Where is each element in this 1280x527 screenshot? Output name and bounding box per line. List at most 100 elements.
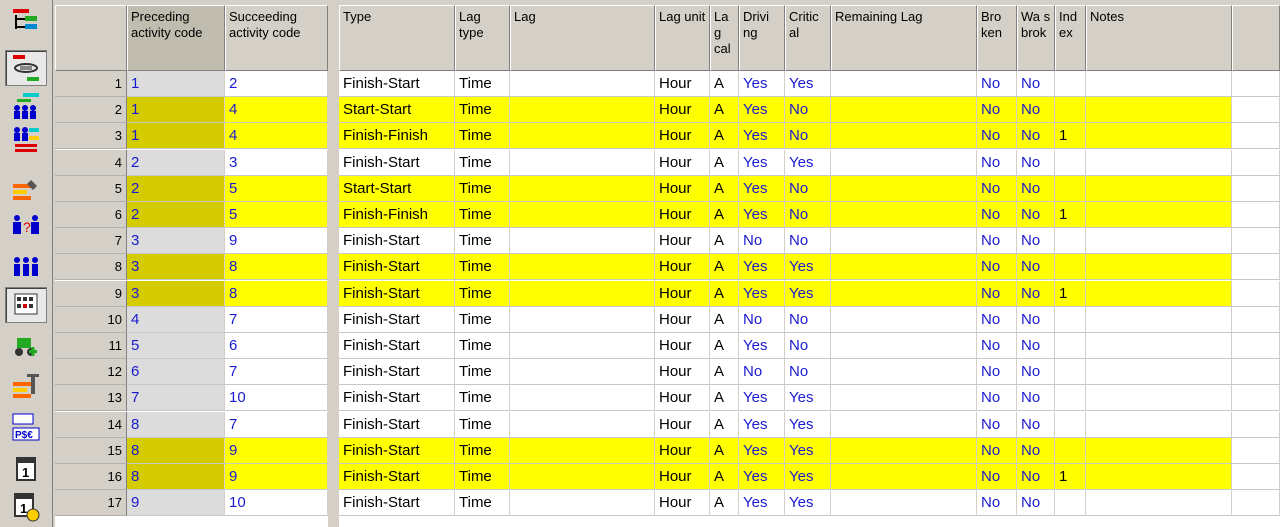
lag-cell[interactable] xyxy=(510,97,655,124)
broken-cell[interactable]: No xyxy=(977,149,1017,176)
index-cell[interactable] xyxy=(1055,359,1086,386)
lag-cal-cell[interactable]: A xyxy=(710,228,739,255)
broken-cell[interactable]: No xyxy=(977,411,1017,438)
type-cell[interactable]: Finish-Start xyxy=(339,385,455,412)
lag-cell[interactable] xyxy=(510,228,655,255)
was-broken-cell[interactable]: No xyxy=(1017,97,1055,124)
preceding-code-cell[interactable]: 1 xyxy=(127,71,225,97)
was-broken-cell[interactable]: No xyxy=(1017,175,1055,202)
critical-cell[interactable]: Yes xyxy=(785,411,831,438)
lag-cell[interactable] xyxy=(510,149,655,176)
lag-type-cell[interactable]: Time xyxy=(455,437,510,464)
critical-header[interactable]: Critic al xyxy=(785,5,831,71)
remaining-lag-cell[interactable] xyxy=(831,333,977,359)
remaining-lag-cell[interactable] xyxy=(831,464,977,490)
succeeding-code-cell[interactable]: 9 xyxy=(225,437,328,464)
preceding-code-cell[interactable]: 1 xyxy=(127,97,225,124)
notes-cell[interactable] xyxy=(1086,97,1232,124)
remaining-lag-cell[interactable] xyxy=(831,202,977,228)
preceding-code-cell[interactable]: 2 xyxy=(127,202,225,228)
broken-cell[interactable]: No xyxy=(977,254,1017,281)
notes-cell[interactable] xyxy=(1086,333,1232,359)
preceding-code-cell[interactable]: 7 xyxy=(127,385,225,412)
type-cell[interactable]: Finish-Finish xyxy=(339,123,455,150)
lag-type-cell[interactable]: Time xyxy=(455,97,510,124)
lag-cell[interactable] xyxy=(510,202,655,228)
broken-cell[interactable]: No xyxy=(977,71,1017,97)
was-broken-cell[interactable]: No xyxy=(1017,437,1055,464)
calendar-grid-icon[interactable] xyxy=(5,287,47,323)
lag-type-cell[interactable]: Time xyxy=(455,254,510,281)
lag-type-cell[interactable]: Time xyxy=(455,411,510,438)
succeeding-code-cell[interactable]: 4 xyxy=(225,97,328,124)
type-cell[interactable]: Finish-Finish xyxy=(339,202,455,228)
lag-unit-cell[interactable]: Hour xyxy=(655,175,710,202)
driving-cell[interactable]: Yes xyxy=(739,123,785,150)
index-cell[interactable] xyxy=(1055,306,1086,333)
was-broken-cell[interactable]: No xyxy=(1017,411,1055,438)
critical-cell[interactable]: No xyxy=(785,97,831,124)
notes-cell[interactable] xyxy=(1086,123,1232,150)
succeeding-code-cell[interactable]: 8 xyxy=(225,280,328,307)
tractor-icon[interactable] xyxy=(7,330,45,364)
succeeding-code-cell[interactable]: 7 xyxy=(225,411,328,438)
index-cell[interactable]: 1 xyxy=(1055,202,1086,228)
remaining-lag-cell[interactable] xyxy=(831,490,977,517)
lag-cell[interactable] xyxy=(510,464,655,490)
succeeding-code-cell[interactable]: 10 xyxy=(225,490,328,517)
lag-type-cell[interactable]: Time xyxy=(455,464,510,490)
preceding-code-cell[interactable]: 1 xyxy=(127,123,225,150)
preceding-code-cell[interactable]: 3 xyxy=(127,280,225,307)
lag-unit-cell[interactable]: Hour xyxy=(655,385,710,412)
preceding-code-cell[interactable]: 9 xyxy=(127,490,225,517)
driving-cell[interactable]: Yes xyxy=(739,71,785,97)
calendar-day-icon[interactable]: 1 xyxy=(7,452,45,486)
critical-cell[interactable]: Yes xyxy=(785,254,831,281)
relationship-icon[interactable] xyxy=(5,50,47,86)
type-cell[interactable]: Finish-Start xyxy=(339,490,455,517)
broken-cell[interactable]: No xyxy=(977,175,1017,202)
preceding-code-cell[interactable]: 2 xyxy=(127,175,225,202)
notes-cell[interactable] xyxy=(1086,385,1232,412)
driving-cell[interactable]: Yes xyxy=(739,490,785,517)
lag-type-cell[interactable]: Time xyxy=(455,306,510,333)
preceding-code-cell[interactable]: 3 xyxy=(127,254,225,281)
was-broken-cell[interactable]: No xyxy=(1017,490,1055,517)
remaining-lag-cell[interactable] xyxy=(831,411,977,438)
succeeding-activity-header[interactable]: Succeeding activity code xyxy=(225,5,328,71)
succeeding-code-cell[interactable]: 5 xyxy=(225,202,328,228)
succeeding-code-cell[interactable]: 9 xyxy=(225,464,328,490)
broken-cell[interactable]: No xyxy=(977,464,1017,490)
was-broken-cell[interactable]: No xyxy=(1017,202,1055,228)
index-cell[interactable] xyxy=(1055,411,1086,438)
lag-unit-cell[interactable]: Hour xyxy=(655,123,710,150)
index-cell[interactable]: 1 xyxy=(1055,464,1086,490)
driving-cell[interactable]: No xyxy=(739,228,785,255)
succeeding-code-cell[interactable]: 7 xyxy=(225,359,328,386)
driving-cell[interactable]: Yes xyxy=(739,149,785,176)
critical-cell[interactable]: Yes xyxy=(785,280,831,307)
broken-cell[interactable]: No xyxy=(977,123,1017,150)
lag-cal-cell[interactable]: A xyxy=(710,411,739,438)
remaining-lag-cell[interactable] xyxy=(831,97,977,124)
was-broken-header[interactable]: Wa s brok xyxy=(1017,5,1055,71)
notes-cell[interactable] xyxy=(1086,437,1232,464)
lag-unit-cell[interactable]: Hour xyxy=(655,333,710,359)
notes-header[interactable]: Notes xyxy=(1086,5,1232,71)
index-cell[interactable] xyxy=(1055,71,1086,97)
driving-header[interactable]: Drivi ng xyxy=(739,5,785,71)
driving-cell[interactable]: Yes xyxy=(739,385,785,412)
remaining-lag-cell[interactable] xyxy=(831,254,977,281)
lag-unit-cell[interactable]: Hour xyxy=(655,280,710,307)
lag-cal-cell[interactable]: A xyxy=(710,490,739,517)
type-header[interactable]: Type xyxy=(339,5,455,71)
lag-unit-cell[interactable]: Hour xyxy=(655,411,710,438)
critical-cell[interactable]: Yes xyxy=(785,437,831,464)
type-cell[interactable]: Finish-Start xyxy=(339,71,455,97)
preceding-activity-header[interactable]: Preceding activity code xyxy=(127,5,225,71)
lag-type-cell[interactable]: Time xyxy=(455,280,510,307)
remaining-lag-cell[interactable] xyxy=(831,175,977,202)
lag-type-cell[interactable]: Time xyxy=(455,149,510,176)
broken-cell[interactable]: No xyxy=(977,202,1017,228)
index-cell[interactable] xyxy=(1055,97,1086,124)
